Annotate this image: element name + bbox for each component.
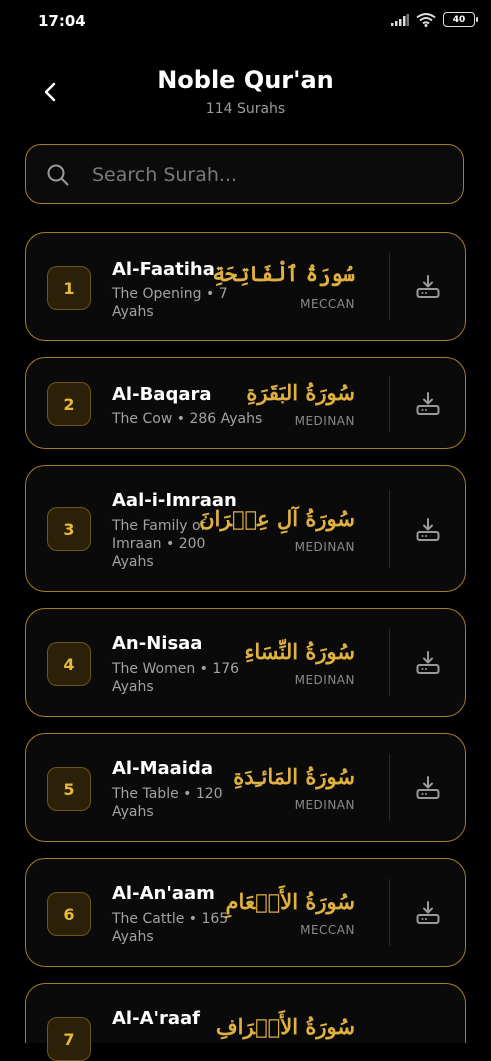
search-icon (47, 164, 69, 186)
download-icon (416, 901, 440, 924)
revelation-type: MEDINAN (294, 798, 355, 812)
revelation-type: MECCAN (300, 297, 355, 311)
surah-card[interactable]: 7 Al-A'raaf سُورَةُ الأَعۡرَافِ (25, 983, 466, 1061)
battery-icon: 40 (443, 12, 478, 27)
revelation-type: MEDINAN (294, 414, 355, 428)
surah-name: Al-An'aam (112, 883, 215, 904)
search-input[interactable] (90, 157, 444, 193)
status-icons: 40 (391, 12, 478, 27)
wifi-icon (416, 12, 436, 27)
surah-name: Al-Faatiha (112, 259, 215, 280)
revelation-type: MEDINAN (294, 673, 355, 687)
divider (389, 376, 390, 432)
surah-name: Al-Maaida (112, 758, 213, 779)
download-button[interactable] (408, 384, 448, 424)
surah-name-arabic: سُورَةُ ٱلْفَاتِحَةِ (212, 261, 355, 286)
surah-card[interactable]: 2 Al-Baqara The Cow • 286 Ayahs سُورَةُ … (25, 357, 466, 449)
page-title: Noble Qur'an (157, 66, 334, 94)
divider (389, 490, 390, 568)
surah-name: Al-Baqara (112, 384, 212, 405)
divider (389, 754, 390, 821)
battery-level: 40 (452, 14, 466, 25)
header: Noble Qur'an 114 Surahs (0, 58, 491, 128)
download-icon (416, 275, 440, 298)
surah-meaning: The Women • 176 Ayahs (112, 661, 240, 695)
divider (389, 879, 390, 946)
surah-card[interactable]: 5 Al-Maaida The Table • 120 Ayahs سُورَة… (25, 733, 466, 842)
signal-icon (391, 13, 409, 26)
download-button[interactable] (408, 643, 448, 683)
surah-number-badge: 3 (47, 507, 91, 551)
download-button[interactable] (408, 768, 448, 808)
surah-card[interactable]: 3 Aal-i-Imraan The Family of Imraan • 20… (25, 465, 466, 592)
surah-meaning: The Cow • 286 Ayahs (112, 411, 263, 427)
surah-number-badge: 6 (47, 892, 91, 936)
download-button[interactable] (408, 267, 448, 307)
surah-card[interactable]: 6 Al-An'aam The Cattle • 165 Ayahs سُورَ… (25, 858, 466, 967)
surah-number-badge: 2 (47, 382, 91, 426)
divider (389, 253, 390, 320)
surah-number-badge: 4 (47, 642, 91, 686)
surah-card[interactable]: 1 Al-Faatiha The Opening • 7 Ayahs سُورَ… (25, 232, 466, 341)
surah-meaning: The Cattle • 165 Ayahs (112, 911, 229, 945)
surah-meaning: The Opening • 7 Ayahs (112, 286, 228, 320)
status-time: 17:04 (38, 12, 86, 30)
surah-card[interactable]: 4 An-Nisaa The Women • 176 Ayahs سُورَةُ… (25, 608, 466, 717)
surah-name-arabic: سُورَةُ الأَعۡرَافِ (215, 1014, 355, 1039)
surah-name: Al-A'raaf (112, 1008, 201, 1029)
download-icon (416, 392, 440, 415)
surah-name: An-Nisaa (112, 633, 203, 654)
page-subtitle: 114 Surahs (205, 101, 286, 117)
status-bar: 17:04 40 (0, 0, 491, 44)
surah-number-badge: 1 (47, 266, 91, 310)
surah-number-badge: 5 (47, 767, 91, 811)
download-icon (416, 518, 440, 541)
download-icon (416, 776, 440, 799)
revelation-type: MECCAN (300, 923, 355, 937)
surah-name-arabic: سُورَةُ آلِ عِمۡرَانَ (199, 506, 355, 531)
surah-name-arabic: سُورَةُ المَائـِدَةِ (233, 764, 355, 789)
revelation-type: MEDINAN (294, 540, 355, 554)
download-button[interactable] (408, 510, 448, 550)
surah-name-arabic: سُورَةُ البَقَرَةِ (246, 380, 355, 405)
download-button[interactable] (408, 893, 448, 933)
divider (389, 629, 390, 696)
surah-name-arabic: سُورَةُ الأَنۡعَامِ (225, 889, 355, 914)
search-box[interactable] (25, 144, 464, 204)
surah-name-arabic: سُورَةُ النِّسَاءِ (244, 639, 355, 664)
download-icon (416, 651, 440, 674)
surah-meaning: The Table • 120 Ayahs (112, 786, 223, 820)
